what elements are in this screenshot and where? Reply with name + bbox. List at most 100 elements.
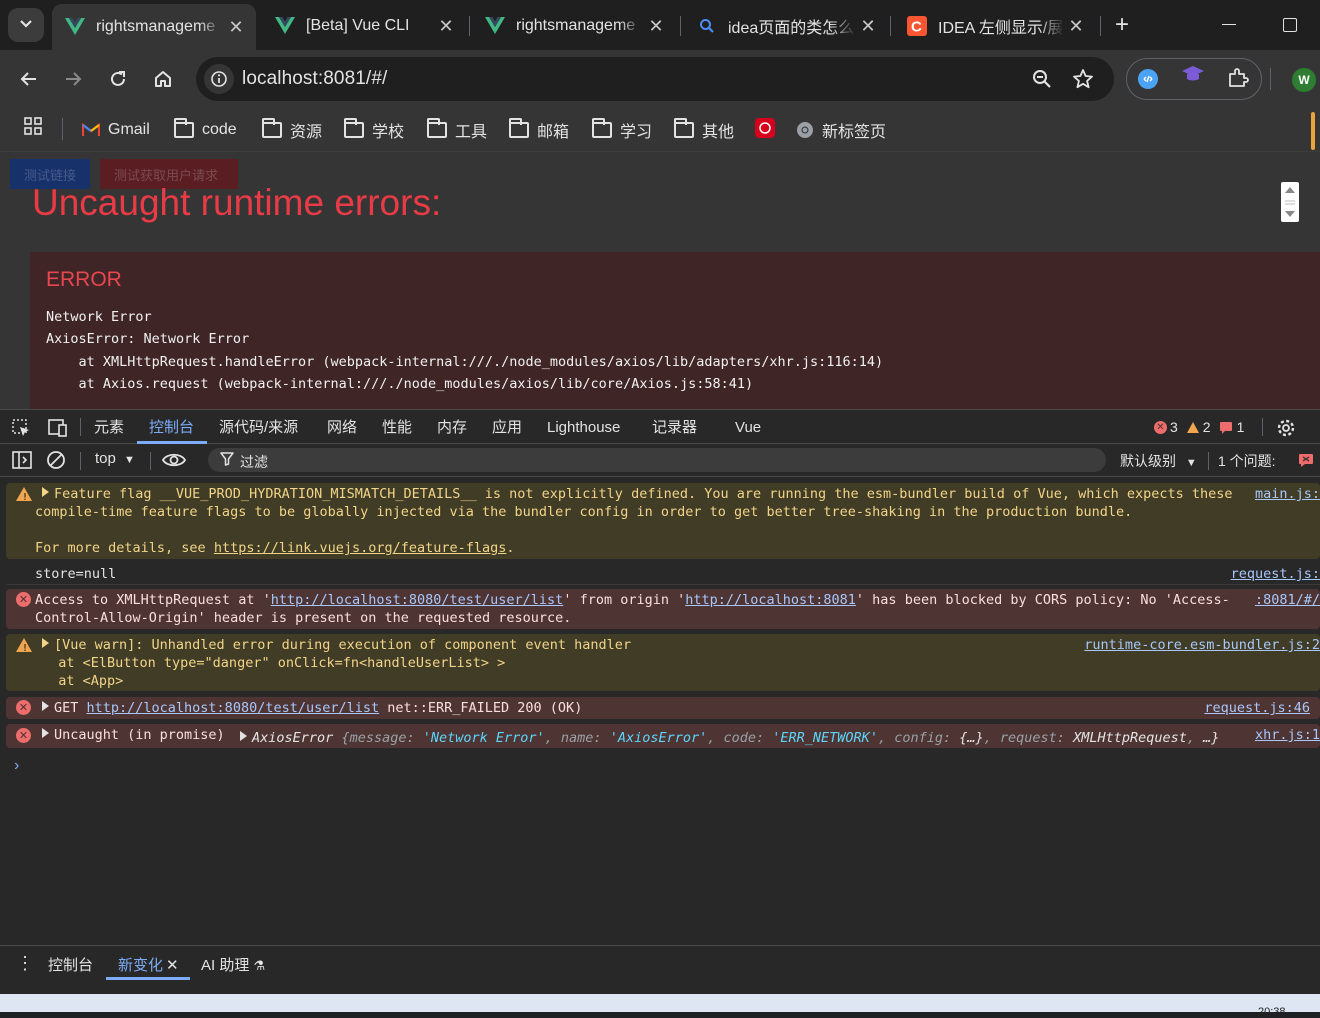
stack-frame: at Axios.request (webpack-internal:///./… — [46, 376, 754, 392]
bookmark-red-app[interactable] — [755, 116, 775, 144]
new-tab-button[interactable]: + — [1108, 12, 1136, 38]
console-warning[interactable]: [Vue warn]: Unhandled error during execu… — [6, 634, 1320, 691]
bookmark-folder-study[interactable]: 学习 — [592, 116, 652, 144]
tab-console[interactable]: 控制台 — [149, 410, 194, 445]
graduation-cap-icon[interactable] — [1180, 64, 1206, 89]
issue-counters[interactable]: ✕ 3 2 1 — [1154, 419, 1244, 435]
more-menu-icon[interactable]: ⋮ — [1312, 418, 1320, 436]
console-log[interactable]: store=null request.js: — [6, 563, 1320, 585]
bookmark-folder-resources[interactable]: 资源 — [262, 116, 322, 144]
browser-tab-2[interactable]: [Beta] Vue CLI ✕ — [262, 6, 466, 46]
browser-tab-4[interactable]: idea页面的类怎么 ✕ — [684, 6, 888, 46]
address-bar[interactable]: localhost:8081/#/ — [196, 57, 1114, 101]
expand-triangle-icon[interactable] — [42, 701, 49, 711]
message-link[interactable]: http://localhost:8080/test/user/list — [87, 700, 380, 716]
issues-link[interactable]: 1 个问题: — [1218, 451, 1276, 471]
close-icon[interactable]: ✕ — [856, 16, 880, 37]
bookmark-folder-school[interactable]: 学校 — [344, 116, 404, 144]
console-error[interactable]: ✕ GET http://localhost:8080/test/user/li… — [6, 697, 1320, 719]
bookmark-gmail[interactable]: Gmail — [82, 116, 150, 144]
tab-application[interactable]: 应用 — [492, 410, 522, 445]
source-link[interactable]: request.js:46 — [1204, 699, 1310, 717]
clear-console-icon[interactable] — [46, 450, 66, 475]
bookmark-folder-mail[interactable]: 邮箱 — [509, 116, 569, 144]
tab-network[interactable]: 网络 — [327, 410, 357, 445]
source-link[interactable]: xhr.js:1 — [1255, 726, 1320, 744]
close-icon[interactable]: ✕ — [1064, 16, 1088, 37]
gear-icon[interactable] — [1276, 418, 1296, 443]
source-link[interactable]: request.js: — [1231, 565, 1320, 583]
close-icon[interactable]: ✕ — [166, 957, 179, 974]
maximize-icon[interactable] — [1283, 18, 1297, 32]
bookmark-folder-tools[interactable]: 工具 — [427, 116, 487, 144]
tab-search-button[interactable] — [8, 8, 44, 42]
message-link[interactable]: http://localhost:8081 — [685, 592, 856, 608]
zoom-icon[interactable] — [1032, 69, 1052, 94]
message-text: [Vue warn]: Unhandled error during execu… — [54, 637, 632, 653]
source-link[interactable]: main.js: — [1255, 485, 1320, 503]
expand-triangle-icon[interactable] — [240, 731, 247, 741]
context-select[interactable]: top ▼ — [95, 450, 135, 467]
back-button[interactable] — [14, 64, 44, 94]
source-link[interactable]: :8081/#/ — [1255, 591, 1320, 609]
log-level-select[interactable]: 默认级别 ▼ — [1120, 451, 1197, 471]
browser-tab-3[interactable]: rightsmanageme ✕ — [472, 6, 676, 46]
message-link[interactable]: https://link.vuejs.org/feature-flags — [214, 540, 507, 556]
home-button[interactable] — [148, 64, 178, 94]
page-scrollbar[interactable] — [1311, 112, 1315, 150]
browser-tab-1[interactable]: rightsmanageme ✕ — [52, 4, 256, 50]
inspect-element-icon[interactable] — [11, 418, 31, 443]
browser-tab-5[interactable]: C IDEA 左侧显示/展 ✕ — [894, 6, 1096, 46]
sidebar-toggle-icon[interactable] — [12, 451, 32, 474]
bookmark-new-tab[interactable]: 新标签页 — [796, 116, 886, 144]
site-info-button[interactable] — [204, 64, 234, 94]
source-link[interactable]: runtime-core.esm-bundler.js:2 — [1084, 636, 1320, 654]
stack-frame: at XMLHttpRequest.handleError (webpack-i… — [46, 354, 884, 370]
filter-input[interactable]: 过滤 — [208, 448, 1106, 472]
message-text: Access to XMLHttpRequest at ' — [35, 592, 271, 608]
console-prompt[interactable]: › — [14, 757, 19, 775]
bookmark-label: 工具 — [455, 124, 488, 141]
chat-extension-icon[interactable] — [1137, 68, 1159, 95]
close-icon[interactable]: ✕ — [224, 17, 248, 38]
eye-icon[interactable] — [161, 451, 187, 474]
tab-recorder[interactable]: 记录器 — [652, 410, 697, 445]
tab-sources[interactable]: 源代码/来源 — [219, 410, 298, 445]
console-error[interactable]: ✕ Access to XMLHttpRequest at 'http://lo… — [6, 589, 1320, 629]
device-toolbar-icon[interactable] — [46, 418, 68, 443]
drawer-tab-whats-new[interactable]: 新变化 ✕ — [118, 954, 179, 975]
expand-triangle-icon[interactable] — [42, 638, 49, 648]
gmail-icon — [82, 123, 100, 137]
message-text: Uncaught (in promise) — [54, 727, 225, 743]
bookmark-folder-code[interactable]: code — [174, 116, 237, 144]
console-warning[interactable]: Feature flag __VUE_PROD_HYDRATION_MISMAT… — [6, 483, 1320, 559]
close-icon[interactable]: ✕ — [644, 16, 668, 37]
tab-memory[interactable]: 内存 — [437, 410, 467, 445]
tab-elements[interactable]: 元素 — [94, 410, 124, 445]
overlay-scrollbar[interactable] — [1281, 182, 1299, 222]
message-link[interactable]: http://localhost:8080/test/user/list — [271, 592, 564, 608]
issue-flag-icon[interactable] — [1298, 453, 1314, 472]
tab-vue[interactable]: Vue — [735, 410, 761, 445]
tab-performance[interactable]: 性能 — [382, 410, 412, 445]
drawer-menu-icon[interactable]: ⋮ — [16, 953, 34, 974]
forward-button[interactable] — [58, 64, 88, 94]
expand-triangle-icon[interactable] — [42, 487, 49, 497]
profile-avatar[interactable]: W — [1292, 68, 1316, 92]
drawer-tab-ai[interactable]: AI 助理 ⚗ — [201, 954, 265, 975]
console-error[interactable]: ✕ Uncaught (in promise) AxiosError {mess… — [6, 724, 1320, 748]
vue-icon — [484, 15, 506, 37]
apps-grid-icon[interactable] — [24, 117, 42, 140]
devtools-drawer: ⋮ 控制台 新变化 ✕ AI 助理 ⚗ — [0, 945, 1320, 983]
puzzle-icon[interactable] — [1226, 66, 1250, 95]
log-level-value: 默认级别 — [1120, 453, 1176, 469]
bookmark-folder-other[interactable]: 其他 — [674, 116, 734, 144]
bookmark-star-icon[interactable] — [1072, 68, 1094, 95]
minimize-icon[interactable] — [1222, 24, 1236, 25]
reload-button[interactable] — [103, 64, 133, 94]
expand-triangle-icon[interactable] — [42, 728, 49, 738]
tab-lighthouse[interactable]: Lighthouse — [547, 410, 620, 445]
url-text[interactable]: localhost:8081/#/ — [242, 68, 387, 90]
close-icon[interactable]: ✕ — [434, 16, 458, 37]
drawer-tab-console[interactable]: 控制台 — [48, 954, 93, 975]
